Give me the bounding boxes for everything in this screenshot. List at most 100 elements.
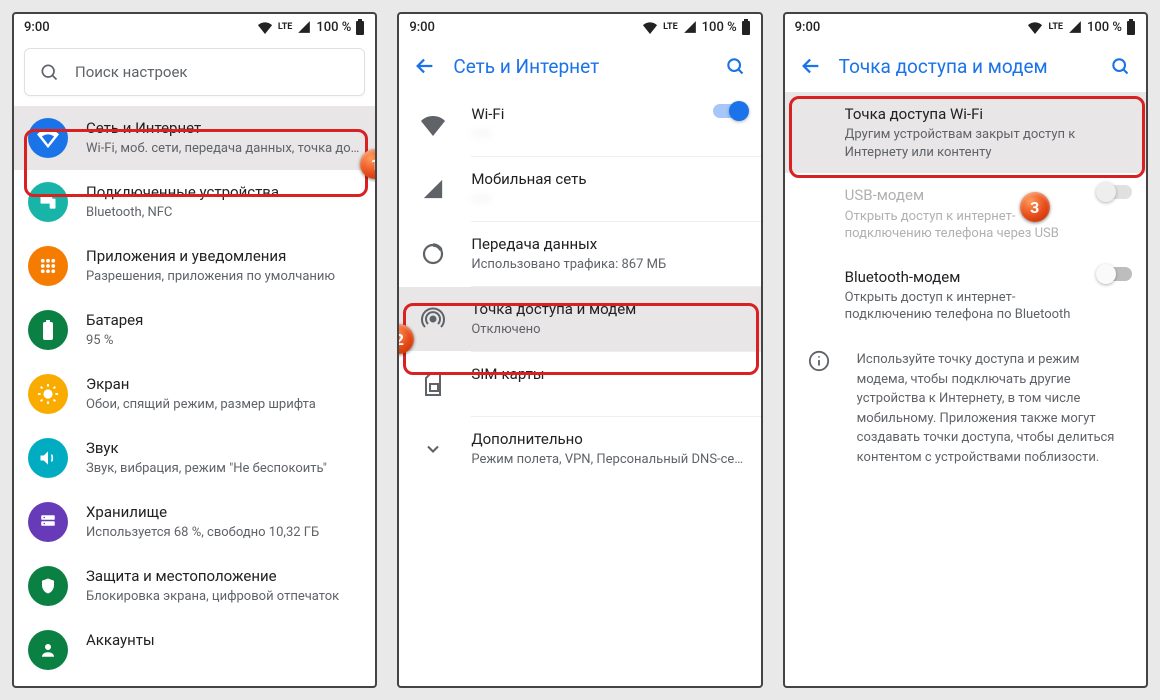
- item-bt-tether[interactable]: Bluetooth-модем Открыть доступ к интерне…: [785, 255, 1146, 336]
- battery-icon: [355, 19, 365, 35]
- item-title: Bluetooth-модем: [845, 267, 1080, 287]
- item-sub: Другим устройствам закрыт доступ к Интер…: [845, 126, 1132, 161]
- battery-icon: [1126, 19, 1136, 35]
- accounts-icon: [28, 630, 68, 670]
- search-button[interactable]: [1100, 46, 1140, 86]
- item-sub: ——: [471, 191, 746, 209]
- wifi-toggle[interactable]: [713, 104, 747, 118]
- item-accounts[interactable]: Аккаунты: [14, 618, 375, 670]
- item-title: Защита и местоположение: [86, 566, 361, 586]
- status-icons: LTE 100 %: [1026, 19, 1136, 35]
- item-wifi-hotspot[interactable]: Точка доступа Wi-Fi Другим устройствам з…: [785, 92, 1146, 173]
- item-battery[interactable]: Батарея 95 %: [14, 298, 375, 362]
- item-title: Приложения и уведомления: [86, 246, 361, 266]
- settings-list: Сеть и Интернет Wi-Fi, моб. сети, переда…: [14, 106, 375, 686]
- item-advanced[interactable]: Дополнительно Режим полета, VPN, Персона…: [399, 417, 760, 481]
- net-label: LTE: [663, 22, 678, 32]
- status-time: 9:00: [24, 20, 50, 35]
- search-icon: [725, 56, 745, 76]
- item-title: SIM-карты: [471, 364, 746, 384]
- item-hotspot[interactable]: Точка доступа и модем Отключено: [399, 287, 760, 351]
- item-title: Подключенные устройства: [86, 182, 361, 202]
- item-sub: ——: [471, 126, 694, 144]
- item-sub: Используется 68 %, свободно 10,32 ГБ: [86, 524, 361, 542]
- back-button[interactable]: [791, 46, 831, 86]
- item-title: USB-модем: [845, 185, 1080, 205]
- search-bar[interactable]: Поиск настроек: [24, 48, 365, 96]
- item-display[interactable]: Экран Обои, спящий режим, размер шрифта: [14, 362, 375, 426]
- page-title: Сеть и Интернет: [449, 55, 710, 78]
- search-placeholder: Поиск настроек: [75, 63, 188, 81]
- signal-icon: [682, 20, 698, 34]
- item-data-usage[interactable]: Передача данных Использовано трафика: 86…: [399, 222, 760, 286]
- data-usage-icon: [413, 234, 453, 274]
- item-sub: 95 %: [86, 332, 361, 350]
- sound-icon: [28, 438, 68, 478]
- status-bar: 9:00 LTE 100 %: [399, 14, 760, 40]
- item-sub: Bluetooth, NFC: [86, 204, 361, 222]
- item-sub: Звук, вибрация, режим "Не беспокоить": [86, 460, 361, 478]
- wifi-icon: [641, 20, 659, 34]
- display-icon: [28, 374, 68, 414]
- net-label: LTE: [278, 22, 293, 32]
- item-sub: Разрешения, приложения по умолчанию: [86, 268, 361, 286]
- item-security[interactable]: Защита и местоположение Блокировка экран…: [14, 554, 375, 618]
- phone-network-settings: 9:00 LTE 100 % Сеть и Интернет Wi-Fi ——: [397, 12, 762, 688]
- item-mobile[interactable]: Мобильная сеть ——: [399, 157, 760, 221]
- item-wifi[interactable]: Wi-Fi ——: [399, 92, 760, 156]
- phone-hotspot-settings: 9:00 LTE 100 % Точка доступа и модем Точ…: [783, 12, 1148, 688]
- battery-label: 100 %: [316, 20, 351, 35]
- item-title: Сеть и Интернет: [86, 118, 361, 138]
- signal-icon: [296, 20, 312, 34]
- item-title: Экран: [86, 374, 361, 394]
- devices-icon: [28, 182, 68, 222]
- item-title: Дополнительно: [471, 429, 746, 449]
- info-icon: [799, 350, 839, 372]
- item-sim[interactable]: SIM-карты: [399, 352, 760, 416]
- arrow-left-icon: [414, 55, 436, 77]
- status-time: 9:00: [409, 20, 435, 35]
- net-label: LTE: [1048, 22, 1063, 32]
- item-sound[interactable]: Звук Звук, вибрация, режим "Не беспокоит…: [14, 426, 375, 490]
- info-row: Используйте точку доступа и режим модема…: [785, 336, 1146, 481]
- item-apps[interactable]: Приложения и уведомления Разрешения, при…: [14, 234, 375, 298]
- status-icons: LTE 100 %: [641, 19, 751, 35]
- item-title: Батарея: [86, 310, 361, 330]
- item-sub: Открыть доступ к интернет-подключению те…: [845, 208, 1080, 243]
- item-title: Мобильная сеть: [471, 169, 746, 189]
- item-title: Wi-Fi: [471, 104, 694, 124]
- header: Точка доступа и модем: [785, 40, 1146, 92]
- phone-settings-main: 9:00 LTE 100 % Поиск настроек Сеть и Инт…: [12, 12, 377, 688]
- page-title: Точка доступа и модем: [835, 55, 1096, 78]
- item-sub: Режим полета, VPN, Персональный DNS-сер.…: [471, 451, 746, 469]
- item-sub: Открыть доступ к интернет-подключению те…: [845, 289, 1080, 324]
- bt-toggle[interactable]: [1098, 267, 1132, 281]
- hotspot-icon: [413, 299, 453, 339]
- status-bar: 9:00 LTE 100 %: [14, 14, 375, 40]
- item-connected-devices[interactable]: Подключенные устройства Bluetooth, NFC: [14, 170, 375, 234]
- header: Сеть и Интернет: [399, 40, 760, 92]
- battery-label: 100 %: [702, 20, 737, 35]
- item-title: Звук: [86, 438, 361, 458]
- sim-icon: [413, 364, 453, 404]
- search-icon: [39, 62, 59, 82]
- hotspot-list: Точка доступа Wi-Fi Другим устройствам з…: [785, 92, 1146, 686]
- item-title: Аккаунты: [86, 630, 361, 650]
- battery-icon: [28, 310, 68, 350]
- status-time: 9:00: [795, 20, 821, 35]
- item-storage[interactable]: Хранилище Используется 68 %, свободно 10…: [14, 490, 375, 554]
- network-list: Wi-Fi —— Мобильная сеть —— Передача данн…: [399, 92, 760, 686]
- apps-icon: [28, 246, 68, 286]
- item-network[interactable]: Сеть и Интернет Wi-Fi, моб. сети, переда…: [14, 106, 375, 170]
- item-usb-tether: USB-модем Открыть доступ к интернет-подк…: [785, 173, 1146, 254]
- wifi-icon: [256, 20, 274, 34]
- signal-icon: [413, 169, 453, 209]
- info-text: Используйте точку доступа и режим модема…: [857, 350, 1128, 467]
- security-icon: [28, 566, 68, 606]
- item-sub: Использовано трафика: 867 МБ: [471, 256, 746, 274]
- battery-icon: [741, 19, 751, 35]
- search-button[interactable]: [715, 46, 755, 86]
- status-icons: LTE 100 %: [256, 19, 366, 35]
- back-button[interactable]: [405, 46, 445, 86]
- item-sub: Wi-Fi, моб. сети, передача данных, точка…: [86, 140, 361, 158]
